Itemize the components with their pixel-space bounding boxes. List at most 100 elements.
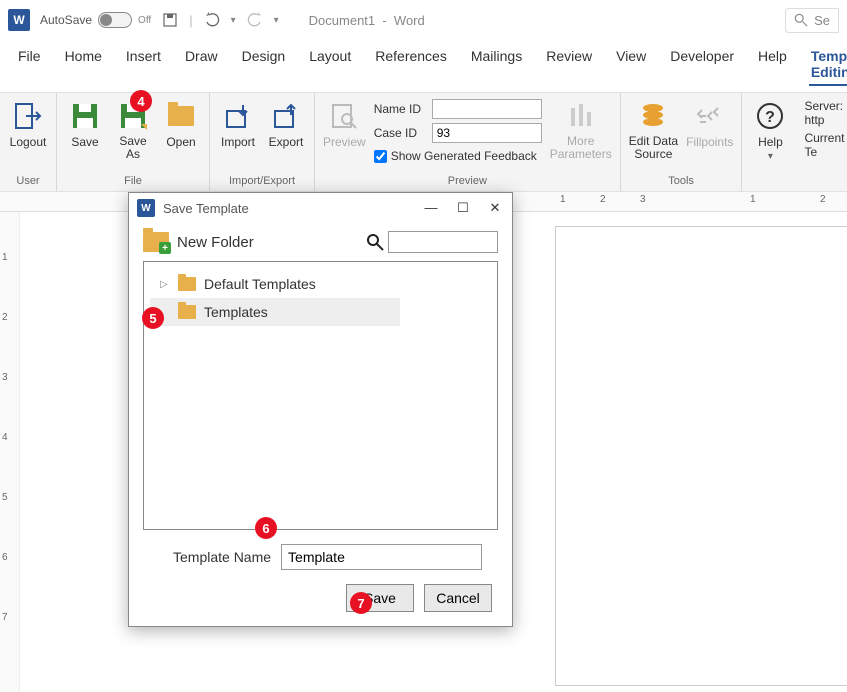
tab-developer[interactable]: Developer: [668, 44, 736, 86]
save-button[interactable]: Save: [65, 99, 105, 149]
new-folder-button[interactable]: New Folder: [143, 232, 254, 252]
autosave-state: Off: [138, 15, 151, 26]
folder-icon: [178, 277, 196, 291]
search-box[interactable]: Se: [785, 8, 839, 33]
more-parameters-label: More Parameters: [550, 135, 612, 161]
fillpoints-icon: [693, 99, 727, 133]
tab-mailings[interactable]: Mailings: [469, 44, 524, 86]
group-label: Import/Export: [218, 173, 306, 189]
tab-help[interactable]: Help: [756, 44, 789, 86]
ruler-mark: 5: [2, 492, 8, 503]
folder-name: Templates: [204, 304, 268, 320]
help-label: Help: [758, 135, 783, 149]
ruler-mark: 3: [640, 194, 646, 205]
logout-icon: [11, 99, 45, 133]
vertical-ruler[interactable]: 1 2 3 4 5 6 7: [0, 212, 20, 692]
maximize-button[interactable]: ☐: [454, 200, 472, 216]
save-icon[interactable]: [161, 11, 179, 29]
tab-template-editing[interactable]: Template Editing: [809, 44, 847, 86]
dropdown-icon[interactable]: ▾: [768, 151, 773, 162]
case-id-input[interactable]: [432, 123, 542, 143]
export-label: Export: [269, 135, 304, 149]
cancel-button[interactable]: Cancel: [424, 584, 492, 612]
preview-button: Preview: [323, 99, 366, 149]
export-button[interactable]: Export: [266, 99, 306, 149]
ribbon-tabs: File Home Insert Draw Design Layout Refe…: [0, 40, 847, 92]
ruler-mark: 7: [2, 612, 8, 623]
logout-label: Logout: [10, 135, 47, 149]
help-button[interactable]: ? Help ▾: [750, 99, 790, 162]
dialog-titlebar[interactable]: W Save Template — ☐ ✕: [129, 193, 512, 223]
fillpoints-button: Fillpoints: [686, 99, 733, 149]
folder-search-input[interactable]: [388, 231, 498, 253]
tab-view[interactable]: View: [614, 44, 648, 86]
more-parameters-button: More Parameters: [550, 99, 612, 161]
folder-item-default-templates[interactable]: ▷ Default Templates: [150, 270, 491, 298]
search-icon: [794, 13, 808, 27]
ruler-mark: 1: [560, 194, 566, 205]
template-name-input[interactable]: [281, 544, 482, 570]
document-title: Document1 - Word: [309, 13, 425, 28]
redo-icon[interactable]: [246, 11, 264, 29]
template-name-label: Template Name: [173, 549, 271, 565]
folder-list[interactable]: ▷ Default Templates Templates: [143, 261, 498, 530]
group-user: Logout User: [0, 93, 57, 191]
group-label: User: [8, 173, 48, 189]
server-label: Server:: [804, 99, 843, 113]
ruler-mark: 6: [2, 552, 8, 563]
import-button[interactable]: Import: [218, 99, 258, 149]
group-label: [750, 173, 844, 189]
ruler-mark: 4: [2, 432, 8, 443]
tab-home[interactable]: Home: [63, 44, 104, 86]
server-info: Server: http Current Te: [798, 99, 844, 159]
svg-text:?: ?: [766, 109, 776, 126]
export-icon: [269, 99, 303, 133]
import-label: Import: [221, 135, 255, 149]
tab-file[interactable]: File: [16, 44, 43, 86]
dropdown-icon[interactable]: ▾: [274, 15, 279, 26]
autosave-toggle[interactable]: AutoSave Off: [40, 12, 151, 28]
tab-layout[interactable]: Layout: [307, 44, 353, 86]
minimize-button[interactable]: —: [422, 200, 440, 216]
current-template-label: Current Te: [804, 131, 844, 159]
show-feedback-checkbox[interactable]: [374, 150, 387, 163]
tab-references[interactable]: References: [373, 44, 449, 86]
dropdown-icon[interactable]: ▾: [231, 15, 236, 26]
app-icon: W: [8, 9, 30, 31]
annotation-badge-4: 4: [130, 90, 152, 112]
folder-item-templates[interactable]: Templates: [150, 298, 400, 326]
folder-icon: [178, 305, 196, 319]
autosave-label: AutoSave: [40, 13, 92, 27]
open-button[interactable]: Open: [161, 99, 201, 149]
import-icon: [221, 99, 255, 133]
group-tools: Edit Data Source Fillpoints Tools: [621, 93, 743, 191]
tab-insert[interactable]: Insert: [124, 44, 163, 86]
new-folder-icon: [143, 232, 169, 252]
ruler-mark: 1: [2, 252, 8, 263]
toggle-icon[interactable]: [98, 12, 132, 28]
edit-data-source-button[interactable]: Edit Data Source: [629, 99, 678, 161]
close-button[interactable]: ✕: [486, 200, 504, 216]
expander-icon[interactable]: ▷: [160, 279, 170, 290]
ruler-mark: 1: [750, 194, 756, 205]
preview-fields: Name ID Case ID Show Generated Feedback: [374, 99, 542, 163]
undo-icon[interactable]: [203, 11, 221, 29]
preview-icon: [327, 99, 361, 133]
save-label: Save: [71, 135, 98, 149]
dialog-title: Save Template: [163, 201, 249, 216]
name-id-input[interactable]: [432, 99, 542, 119]
tab-design[interactable]: Design: [240, 44, 288, 86]
ruler-mark: 2: [600, 194, 606, 205]
show-feedback-label: Show Generated Feedback: [391, 149, 537, 163]
tab-review[interactable]: Review: [544, 44, 594, 86]
logout-button[interactable]: Logout: [8, 99, 48, 149]
search-icon: [366, 233, 384, 251]
tab-draw[interactable]: Draw: [183, 44, 220, 86]
ribbon: Logout User Save Save As O: [0, 92, 847, 192]
group-label: File: [65, 173, 201, 189]
page[interactable]: [555, 226, 847, 686]
group-help: ? Help ▾ Server: http Current Te: [742, 93, 847, 191]
search-placeholder: Se: [814, 13, 830, 28]
group-import-export: Import Export Import/Export: [210, 93, 315, 191]
app-icon: W: [137, 199, 155, 217]
